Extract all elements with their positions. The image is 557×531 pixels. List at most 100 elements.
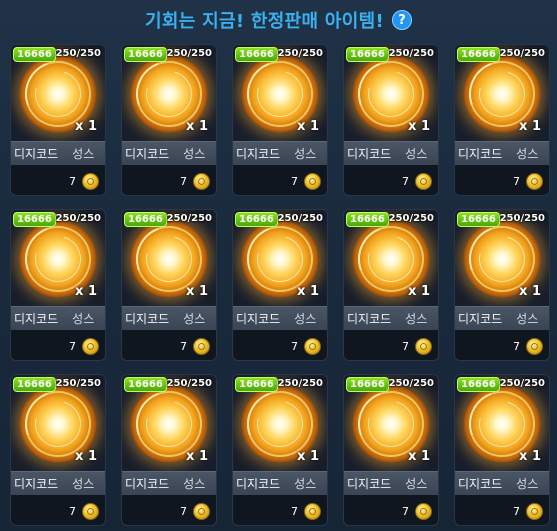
item-price: 7 (402, 339, 409, 353)
price-row: 7 (122, 165, 216, 195)
stock-count: 250/250 (55, 48, 101, 59)
price-row: 7 (233, 165, 327, 195)
shop-header: 기회는 지금! 한정판매 아이템! ? (0, 0, 557, 40)
help-icon[interactable]: ? (392, 10, 413, 30)
item-card[interactable]: 16666 250/250 x 1 디지코드 성스 7 (343, 374, 439, 526)
item-badge: 16666 (235, 377, 278, 392)
item-name-bar: 디지코드 성스 (11, 306, 105, 330)
item-name-bar: 디지코드 성스 (122, 471, 216, 495)
gold-coin-icon (82, 337, 99, 355)
item-price: 7 (513, 504, 520, 518)
price-row: 7 (233, 330, 327, 360)
item-badge: 16666 (13, 47, 56, 62)
item-subname: 성스 (183, 312, 206, 326)
item-card[interactable]: 16666 250/250 x 1 디지코드 성스 7 (121, 374, 217, 526)
item-quantity: x 1 (186, 119, 208, 134)
item-name: 디지코드 (14, 147, 59, 161)
gold-coin-icon (193, 502, 210, 520)
item-name-bar: 디지코드 성스 (344, 306, 438, 330)
item-badge: 16666 (457, 377, 500, 392)
item-card[interactable]: 16666 250/250 x 1 디지코드 성스 7 (454, 44, 550, 196)
item-name: 디지코드 (458, 312, 503, 326)
item-subname: 성스 (72, 477, 95, 491)
item-quantity: x 1 (297, 449, 319, 464)
gold-coin-icon (304, 337, 321, 355)
item-name: 디지코드 (347, 312, 392, 326)
item-subname: 성스 (294, 147, 317, 161)
stock-count: 250/250 (166, 378, 212, 389)
gold-coin-icon (415, 502, 432, 520)
stock-count: 250/250 (277, 378, 323, 389)
item-card[interactable]: 16666 250/250 x 1 디지코드 성스 7 (343, 209, 439, 361)
item-name: 디지코드 (125, 147, 170, 161)
item-subname: 성스 (72, 147, 95, 161)
item-subname: 성스 (516, 147, 539, 161)
item-quantity: x 1 (297, 284, 319, 299)
item-card[interactable]: 16666 250/250 x 1 디지코드 성스 7 (232, 44, 328, 196)
item-card[interactable]: 16666 250/250 x 1 디지코드 성스 7 (10, 209, 106, 361)
item-name-bar: 디지코드 성스 (455, 471, 549, 495)
item-badge: 16666 (124, 47, 167, 62)
price-row: 7 (122, 330, 216, 360)
gold-coin-icon (415, 172, 432, 190)
item-subname: 성스 (405, 477, 428, 491)
item-price: 7 (513, 174, 520, 188)
item-name-bar: 디지코드 성스 (11, 141, 105, 165)
gold-coin-icon (415, 337, 432, 355)
item-subname: 성스 (72, 312, 95, 326)
gold-coin-icon (304, 172, 321, 190)
item-name: 디지코드 (14, 312, 59, 326)
item-name: 디지코드 (236, 147, 281, 161)
item-name-bar: 디지코드 성스 (233, 471, 327, 495)
stock-count: 250/250 (277, 213, 323, 224)
item-badge: 16666 (346, 212, 389, 227)
item-subname: 성스 (183, 477, 206, 491)
item-name-bar: 디지코드 성스 (122, 306, 216, 330)
item-subname: 성스 (516, 312, 539, 326)
item-name-bar: 디지코드 성스 (233, 141, 327, 165)
stock-count: 250/250 (166, 213, 212, 224)
item-quantity: x 1 (519, 449, 541, 464)
item-card[interactable]: 16666 250/250 x 1 디지코드 성스 7 (121, 209, 217, 361)
item-subname: 성스 (516, 477, 539, 491)
item-quantity: x 1 (408, 119, 430, 134)
gold-coin-icon (526, 502, 543, 520)
item-badge: 16666 (235, 47, 278, 62)
item-name: 디지코드 (347, 477, 392, 491)
item-card[interactable]: 16666 250/250 x 1 디지코드 성스 7 (10, 44, 106, 196)
item-quantity: x 1 (75, 449, 97, 464)
item-name: 디지코드 (347, 147, 392, 161)
item-subname: 성스 (294, 477, 317, 491)
item-price: 7 (180, 504, 187, 518)
item-name: 디지코드 (236, 312, 281, 326)
price-row: 7 (122, 495, 216, 525)
item-name-bar: 디지코드 성스 (233, 306, 327, 330)
item-card[interactable]: 16666 250/250 x 1 디지코드 성스 7 (343, 44, 439, 196)
gold-coin-icon (193, 172, 210, 190)
item-card[interactable]: 16666 250/250 x 1 디지코드 성스 7 (232, 374, 328, 526)
stock-count: 250/250 (388, 378, 434, 389)
item-badge: 16666 (346, 47, 389, 62)
item-card[interactable]: 16666 250/250 x 1 디지코드 성스 7 (232, 209, 328, 361)
item-quantity: x 1 (75, 119, 97, 134)
item-name-bar: 디지코드 성스 (344, 141, 438, 165)
item-name-bar: 디지코드 성스 (344, 471, 438, 495)
item-badge: 16666 (457, 212, 500, 227)
item-card[interactable]: 16666 250/250 x 1 디지코드 성스 7 (454, 209, 550, 361)
item-subname: 성스 (405, 147, 428, 161)
stock-count: 250/250 (55, 213, 101, 224)
item-price: 7 (291, 504, 298, 518)
item-card[interactable]: 16666 250/250 x 1 디지코드 성스 7 (10, 374, 106, 526)
price-row: 7 (11, 330, 105, 360)
stock-count: 250/250 (499, 48, 545, 59)
item-quantity: x 1 (186, 449, 208, 464)
item-card[interactable]: 16666 250/250 x 1 디지코드 성스 7 (121, 44, 217, 196)
item-price: 7 (291, 339, 298, 353)
item-badge: 16666 (124, 212, 167, 227)
stock-count: 250/250 (499, 213, 545, 224)
page-title: 기회는 지금! 한정판매 아이템! (144, 11, 385, 32)
price-row: 7 (344, 495, 438, 525)
gold-coin-icon (82, 502, 99, 520)
item-quantity: x 1 (186, 284, 208, 299)
item-card[interactable]: 16666 250/250 x 1 디지코드 성스 7 (454, 374, 550, 526)
